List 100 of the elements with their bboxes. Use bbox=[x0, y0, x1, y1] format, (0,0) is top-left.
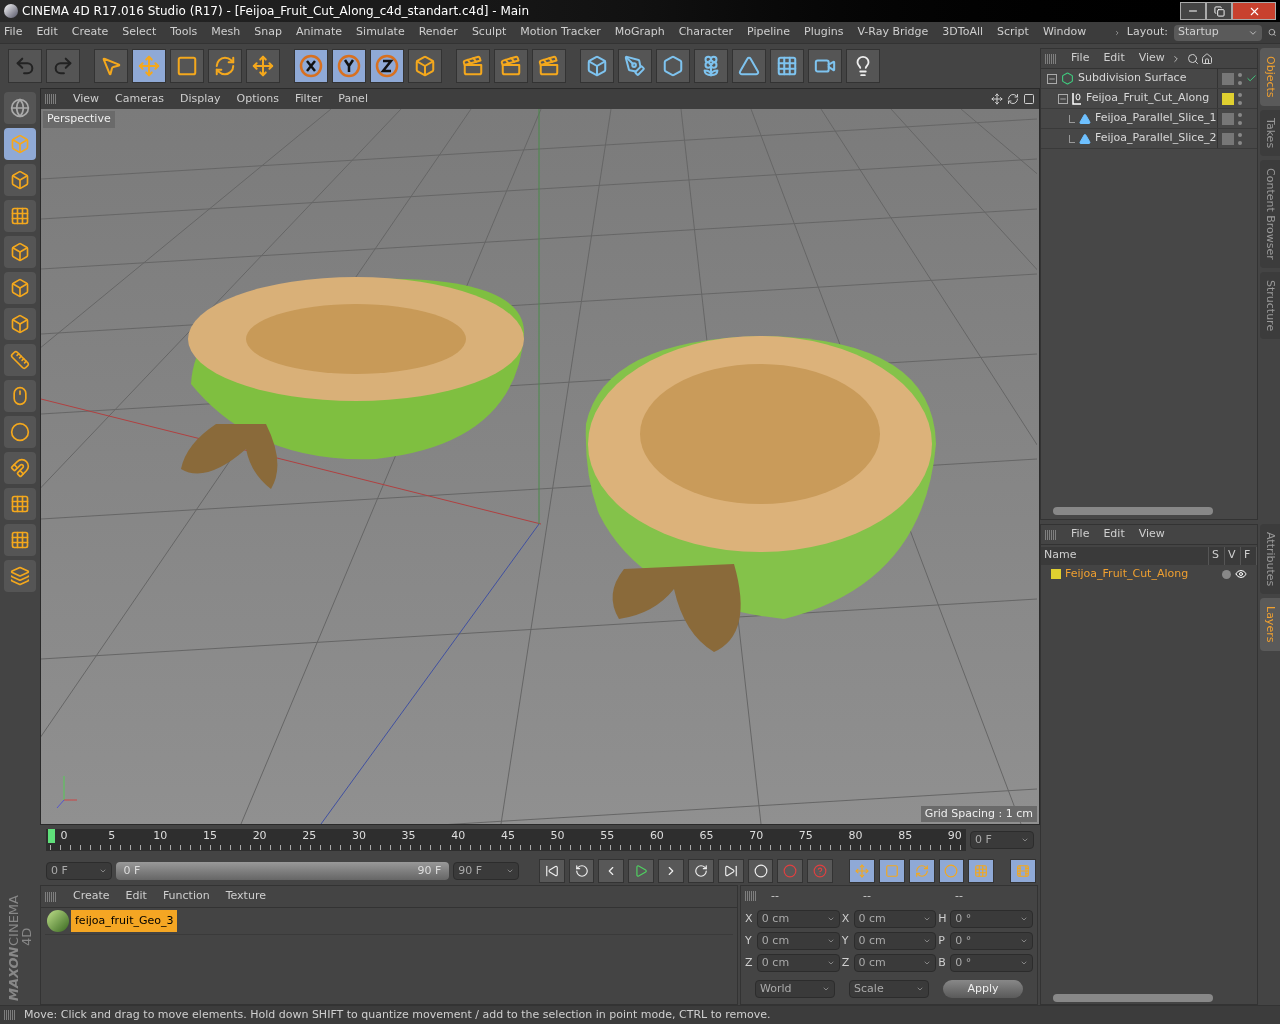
search-icon[interactable] bbox=[1267, 26, 1276, 39]
menu-item[interactable]: Options bbox=[236, 90, 279, 108]
menu-item[interactable]: Edit bbox=[125, 888, 147, 905]
key-filter-button[interactable] bbox=[968, 859, 995, 883]
number-field[interactable]: 0 F bbox=[46, 862, 112, 880]
toolbar-button[interactable] bbox=[618, 49, 652, 83]
menu-item[interactable]: Panel bbox=[338, 90, 368, 108]
key-filter-button[interactable] bbox=[908, 859, 935, 883]
object-name[interactable]: Feijoa_Fruit_Cut_Along bbox=[1086, 90, 1210, 107]
side-tab[interactable]: Attributes bbox=[1260, 524, 1280, 595]
visibility-dots-icon[interactable] bbox=[1238, 72, 1242, 85]
toolbar-button[interactable] bbox=[580, 49, 614, 83]
coordinate-field[interactable]: 0 ° bbox=[950, 954, 1033, 972]
column-header[interactable]: S bbox=[1209, 547, 1225, 565]
coordinate-field[interactable]: 0 cm bbox=[853, 932, 937, 950]
side-tab[interactable]: Structure bbox=[1260, 271, 1280, 339]
toolbar-button[interactable] bbox=[846, 49, 880, 83]
object-name[interactable]: Subdivision Surface bbox=[1078, 70, 1187, 87]
layer-name[interactable]: Feijoa_Fruit_Cut_Along bbox=[1065, 565, 1218, 583]
menu-item[interactable]: Filter bbox=[295, 90, 323, 108]
toolbar-button[interactable] bbox=[808, 49, 842, 83]
timeline-ruler[interactable]: 0 5 10 15 20 25 30 35 40 45 50 55 60 65 70 75 80 85 90 bbox=[46, 829, 966, 851]
menu-item[interactable]: Edit bbox=[1103, 526, 1125, 543]
menu-item[interactable]: Animate bbox=[296, 24, 343, 41]
playback-button[interactable] bbox=[687, 859, 714, 883]
menu-item[interactable]: File bbox=[1071, 50, 1090, 67]
tool-button[interactable] bbox=[4, 524, 36, 556]
coordinate-field[interactable]: 0 ° bbox=[950, 910, 1033, 928]
menu-item[interactable]: Create bbox=[73, 888, 110, 905]
toolbar-button[interactable] bbox=[732, 49, 766, 83]
toolbar-button[interactable] bbox=[132, 49, 166, 83]
menu-item[interactable]: Edit bbox=[36, 24, 58, 41]
coordinate-field[interactable]: 0 cm bbox=[853, 954, 937, 972]
tool-button[interactable] bbox=[4, 272, 36, 304]
coordinate-field[interactable]: 0 cm bbox=[756, 954, 840, 972]
check-icon[interactable] bbox=[1246, 73, 1257, 84]
menu-item[interactable]: V-Ray Bridge bbox=[857, 24, 929, 41]
playback-button[interactable] bbox=[598, 859, 625, 883]
viewport[interactable]: Perspective Grid Spacing : 1 cm bbox=[41, 109, 1039, 824]
object-name[interactable]: Feijoa_Parallel_Slice_2 bbox=[1095, 130, 1217, 147]
toolbar-button[interactable] bbox=[170, 49, 204, 83]
scrollbar[interactable] bbox=[1053, 507, 1213, 515]
toolbar-button[interactable] bbox=[246, 49, 280, 83]
playback-button[interactable] bbox=[628, 859, 655, 883]
menu-item[interactable]: Function bbox=[162, 888, 210, 905]
search-icon[interactable] bbox=[1186, 52, 1199, 65]
menu-item[interactable]: MoGraph bbox=[614, 24, 665, 41]
layout-dropdown[interactable]: Startup bbox=[1173, 24, 1262, 41]
menu-item[interactable]: View bbox=[1138, 526, 1165, 543]
tool-button[interactable] bbox=[4, 452, 36, 484]
visibility-dots-icon[interactable] bbox=[1238, 132, 1242, 145]
apply-button[interactable]: Apply bbox=[943, 980, 1023, 998]
tool-button[interactable] bbox=[4, 164, 36, 196]
menu-item[interactable]: Plugins bbox=[804, 24, 844, 41]
menu-item[interactable]: Snap bbox=[254, 24, 282, 41]
minimize-button[interactable] bbox=[1180, 2, 1206, 20]
tool-button[interactable] bbox=[4, 560, 36, 592]
mode-dropdown[interactable]: World bbox=[755, 980, 836, 998]
menu-item[interactable]: Cameras bbox=[115, 90, 164, 108]
menu-item[interactable]: Select bbox=[122, 24, 157, 41]
coordinate-field[interactable]: 0 ° bbox=[950, 932, 1033, 950]
number-field[interactable]: 0 F bbox=[970, 831, 1034, 849]
toolbar-button[interactable] bbox=[494, 49, 528, 83]
toolbar-button[interactable] bbox=[532, 49, 566, 83]
playback-button[interactable] bbox=[538, 859, 565, 883]
side-tab[interactable]: Content Browser bbox=[1260, 159, 1280, 268]
tree-toggle[interactable] bbox=[1047, 73, 1057, 84]
column-header[interactable]: Name bbox=[1041, 547, 1209, 565]
menu-item[interactable]: Texture bbox=[225, 888, 266, 905]
pan-icon[interactable] bbox=[991, 93, 1003, 105]
menu-item[interactable]: Mesh bbox=[211, 24, 241, 41]
menu-item[interactable]: File bbox=[1071, 526, 1090, 543]
tool-button[interactable] bbox=[4, 308, 36, 340]
menu-item[interactable]: File bbox=[4, 24, 23, 41]
menu-item[interactable]: Tools bbox=[170, 24, 198, 41]
menu-item[interactable]: Window bbox=[1042, 24, 1087, 41]
coordinate-field[interactable]: 0 cm bbox=[756, 910, 840, 928]
key-filter-button[interactable] bbox=[878, 859, 905, 883]
coordinate-field[interactable]: 0 cm bbox=[853, 910, 937, 928]
coordinate-field[interactable]: 0 cm bbox=[756, 932, 840, 950]
column-header[interactable]: V bbox=[1225, 547, 1241, 565]
eye-icon[interactable] bbox=[1235, 568, 1247, 580]
tool-button[interactable] bbox=[4, 416, 36, 448]
toolbar-button[interactable] bbox=[408, 49, 442, 83]
home-icon[interactable] bbox=[1200, 52, 1213, 65]
menu-item[interactable]: Sculpt bbox=[471, 24, 507, 41]
menu-item[interactable]: Render bbox=[418, 24, 458, 41]
toolbar-button[interactable] bbox=[770, 49, 804, 83]
menu-item[interactable]: Character bbox=[678, 24, 733, 41]
toolbar-button[interactable] bbox=[208, 49, 242, 83]
scrollbar[interactable] bbox=[1053, 994, 1213, 1002]
close-button[interactable] bbox=[1232, 2, 1276, 20]
menu-item[interactable]: Script bbox=[997, 24, 1029, 41]
maximize-view-icon[interactable] bbox=[1023, 93, 1035, 105]
column-header[interactable]: F bbox=[1241, 547, 1257, 565]
timeline-button[interactable] bbox=[1010, 859, 1036, 883]
menu-item[interactable]: View bbox=[1138, 50, 1165, 67]
menu-item[interactable]: Motion Tracker bbox=[520, 24, 601, 41]
object-name[interactable]: Feijoa_Parallel_Slice_1 bbox=[1095, 110, 1217, 127]
visibility-dots-icon[interactable] bbox=[1238, 112, 1242, 125]
